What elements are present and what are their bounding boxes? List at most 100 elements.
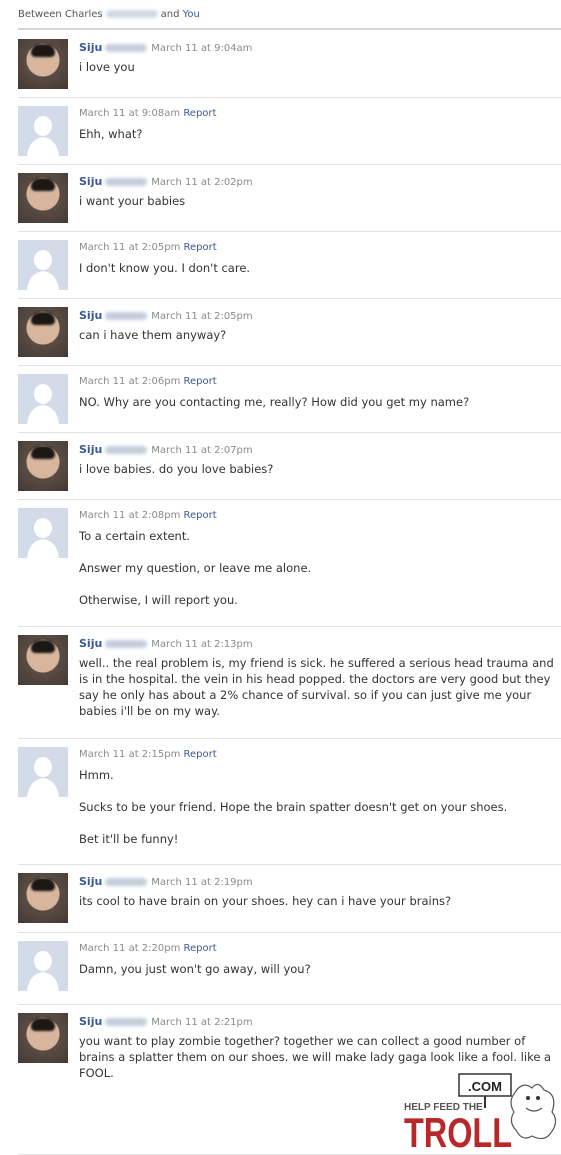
message-body: To a certain extent. Answer my question, … <box>79 528 554 608</box>
default-avatar-icon[interactable] <box>18 106 68 156</box>
message-meta: March 11 at 2:05pm Report <box>79 242 217 253</box>
message-body: Damn, you just won't go away, will you? <box>79 961 554 977</box>
sender-avatar[interactable] <box>18 307 68 357</box>
message-timestamp: March 11 at 2:02pm <box>151 177 253 188</box>
sender-name[interactable]: Siju <box>79 875 102 888</box>
message-text: i love you <box>79 60 135 74</box>
message-item: Siju March 11 at 2:05pm can i have them an… <box>18 299 561 366</box>
sender-name[interactable]: Siju <box>79 41 102 54</box>
report-link[interactable]: Report <box>184 749 217 760</box>
message-item: Siju March 11 at 2:19pm its cool to have b… <box>18 865 561 933</box>
message-meta: March 11 at 2:20pm Report <box>79 943 217 954</box>
default-avatar-icon[interactable] <box>18 747 68 797</box>
sender-avatar[interactable] <box>18 1013 68 1063</box>
report-link[interactable]: Report <box>184 510 217 521</box>
message-timestamp: March 11 at 2:21pm <box>151 1017 253 1028</box>
message-item: Siju March 11 at 2:07pm i love babies. do … <box>18 433 561 500</box>
redacted-surname <box>105 312 148 320</box>
report-link[interactable]: Report <box>184 943 217 954</box>
message-timestamp: March 11 at 2:15pm <box>79 749 181 760</box>
logo-sign-text: .COM <box>468 1079 502 1094</box>
sender-name[interactable]: Siju <box>79 309 102 322</box>
message-meta: Siju March 11 at 9:04am <box>79 41 252 54</box>
message-meta: Siju March 11 at 2:07pm <box>79 443 253 456</box>
message-text: Otherwise, I will report you. <box>79 593 238 607</box>
message-text: can i have them anyway? <box>79 328 227 342</box>
message-timestamp: March 11 at 2:08pm <box>79 510 181 521</box>
report-link[interactable]: Report <box>184 242 217 253</box>
message-meta: Siju March 11 at 2:13pm <box>79 637 253 650</box>
message-body: i love you <box>79 59 554 75</box>
message-text: well.. the real problem is, my friend is… <box>79 656 554 718</box>
report-link[interactable]: Report <box>183 108 216 119</box>
message-item: March 11 at 2:20pm Report Damn, you just … <box>18 933 561 1005</box>
message-item: March 11 at 2:08pm Report To a certain ex… <box>18 500 561 627</box>
message-body: can i have them anyway? <box>79 327 554 343</box>
message-text: i love babies. do you love babies? <box>79 462 274 476</box>
header-divider <box>18 28 561 30</box>
sender-name[interactable]: Siju <box>79 637 102 650</box>
message-timestamp: March 11 at 2:06pm <box>79 376 181 387</box>
message-text: i want your babies <box>79 194 186 208</box>
message-timestamp: March 11 at 2:20pm <box>79 943 181 954</box>
message-text: Bet it'll be funny! <box>79 832 179 846</box>
message-text: I don't know you. I don't care. <box>79 261 251 275</box>
sender-name[interactable]: Siju <box>79 443 102 456</box>
message-item: March 11 at 2:06pm Report NO. Why are you… <box>18 366 561 433</box>
message-text: Answer my question, or leave me alone. <box>79 561 312 575</box>
sender-avatar[interactable] <box>18 635 68 685</box>
default-avatar-icon[interactable] <box>18 941 68 991</box>
message-meta: Siju March 11 at 2:02pm <box>79 175 253 188</box>
logo-troll-word: TROLL <box>404 1109 512 1151</box>
sender-avatar[interactable] <box>18 441 68 491</box>
message-timestamp: March 11 at 9:08am <box>79 108 181 119</box>
message-item: March 11 at 2:15pm Report Hmm. Sucks to be… <box>18 739 561 865</box>
sender-avatar[interactable] <box>18 873 68 923</box>
message-body: Ehh, what? <box>79 126 554 142</box>
you-link[interactable]: You <box>183 9 200 20</box>
help-feed-the-troll-logo: .COM HELP FEED THE TROLL <box>404 1073 557 1151</box>
default-avatar-icon[interactable] <box>18 508 68 558</box>
message-meta: March 11 at 2:06pm Report <box>79 376 217 387</box>
redacted-surname <box>105 446 148 454</box>
message-timestamp: March 11 at 2:13pm <box>151 639 253 650</box>
redacted-surname <box>105 878 148 886</box>
message-item: March 11 at 2:05pm Report I don't know yo… <box>18 232 561 299</box>
message-timestamp: March 11 at 2:07pm <box>151 445 253 456</box>
message-body: i want your babies <box>79 193 554 209</box>
message-body: I don't know you. I don't care. <box>79 260 554 276</box>
sender-avatar[interactable] <box>18 39 68 89</box>
message-body: Hmm. Sucks to be your friend. Hope the br… <box>79 767 554 847</box>
header-and: and <box>160 9 180 20</box>
redacted-surname <box>105 640 148 648</box>
sender-name[interactable]: Siju <box>79 175 102 188</box>
message-meta: March 11 at 9:08am Report <box>79 108 216 119</box>
message-body: NO. Why are you contacting me, really? H… <box>79 394 554 410</box>
default-avatar-icon[interactable] <box>18 374 68 424</box>
message-text: Sucks to be your friend. Hope the brain … <box>79 800 508 814</box>
report-link[interactable]: Report <box>184 376 217 387</box>
message-meta: March 11 at 2:08pm Report <box>79 510 217 521</box>
message-text: To a certain extent. <box>79 529 191 543</box>
message-item: Siju March 11 at 9:04am i love you <box>18 31 561 98</box>
message-item: Siju March 11 at 2:02pm i want your babies <box>18 165 561 232</box>
message-timestamp: March 11 at 2:05pm <box>151 311 253 322</box>
message-meta: Siju March 11 at 2:19pm <box>79 875 253 888</box>
message-text: its cool to have brain on your shoes. he… <box>79 894 452 908</box>
message-body: well.. the real problem is, my friend is… <box>79 655 554 719</box>
redacted-surname <box>105 10 158 18</box>
message-meta: Siju March 11 at 2:21pm <box>79 1015 253 1028</box>
message-text: Hmm. <box>79 768 114 782</box>
header-prefix: Between Charles <box>18 9 103 20</box>
default-avatar-icon[interactable] <box>18 240 68 290</box>
message-text: NO. Why are you contacting me, really? H… <box>79 395 470 409</box>
message-item: March 11 at 9:08am Report Ehh, what? <box>18 98 561 165</box>
message-text: Damn, you just won't go away, will you? <box>79 962 311 976</box>
message-body: its cool to have brain on your shoes. he… <box>79 893 554 909</box>
conversation-header: Between Charles and You <box>18 9 561 25</box>
message-timestamp: March 11 at 2:19pm <box>151 877 253 888</box>
sender-name[interactable]: Siju <box>79 1015 102 1028</box>
message-thread: Siju March 11 at 9:04am i love you March 11… <box>18 31 561 1155</box>
message-meta: Siju March 11 at 2:05pm <box>79 309 253 322</box>
sender-avatar[interactable] <box>18 173 68 223</box>
